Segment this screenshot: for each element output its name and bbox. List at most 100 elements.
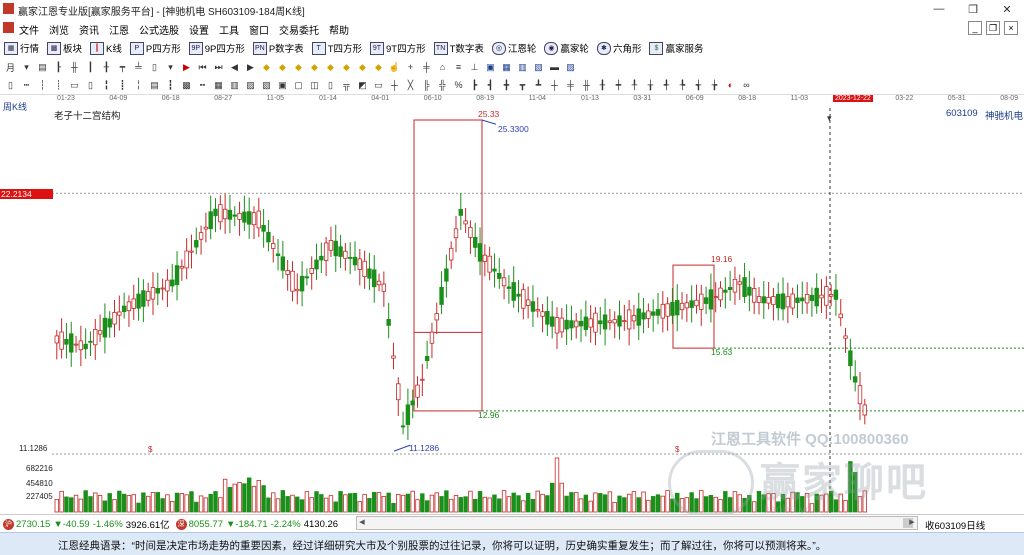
toolbar-t-table[interactable]: TN T数字表 (433, 41, 484, 55)
last-icon[interactable]: ⏭ (212, 61, 225, 74)
menu-gann[interactable]: 江恩 (109, 22, 129, 37)
ind-27-icon[interactable]: ╠ (420, 79, 433, 92)
menu-info[interactable]: 资讯 (79, 22, 99, 37)
diamond-icon-8[interactable]: ◆ (372, 61, 385, 74)
restore-button[interactable]: ❐ (956, 0, 990, 18)
toolbar-sectors[interactable]: ▩ 板块 (47, 41, 82, 55)
left-icon[interactable]: ◀ (228, 61, 241, 74)
ind-43-icon[interactable]: ╄ (676, 79, 689, 92)
bar-icon[interactable]: ╫ (68, 61, 81, 74)
hand-icon[interactable]: ☝ (388, 61, 401, 74)
ind-40-icon[interactable]: ╀ (628, 79, 641, 92)
right-icon[interactable]: ▶ (244, 61, 257, 74)
dropdown-icon[interactable]: ▾ (164, 61, 177, 74)
color-icon[interactable]: ◐ (724, 79, 737, 92)
menu-formula[interactable]: 公式选股 (139, 22, 179, 37)
child-close-button[interactable]: × (1004, 21, 1018, 35)
minimize-button[interactable]: — (922, 0, 956, 18)
ind-32-icon[interactable]: ╋ (500, 79, 513, 92)
toolbar-t-square[interactable]: T T四方形 (311, 41, 362, 55)
menu-browse[interactable]: 浏览 (49, 22, 69, 37)
ind-11-icon[interactable]: ┇ (164, 79, 177, 92)
ind-45-icon[interactable]: ╆ (708, 79, 721, 92)
ind-22-icon[interactable]: ╦ (340, 79, 353, 92)
tag-icon[interactable]: ⌂ (436, 61, 449, 74)
crosshair-icon[interactable]: + (404, 61, 417, 74)
diamond-icon-7[interactable]: ◆ (356, 61, 369, 74)
ind-38-icon[interactable]: ╂ (596, 79, 609, 92)
ind-14-icon[interactable]: ▦ (212, 79, 225, 92)
diamond-icon-2[interactable]: ◆ (276, 61, 289, 74)
ind-37-icon[interactable]: ╫ (580, 79, 593, 92)
ind-17-icon[interactable]: ▧ (260, 79, 273, 92)
toolbar-hexagon[interactable]: ✱ 六角形 (596, 41, 641, 55)
ind-28-icon[interactable]: ╬ (436, 79, 449, 92)
link-icon[interactable]: ∞ (740, 79, 753, 92)
ind-33-icon[interactable]: ┳ (516, 79, 529, 92)
ind-13-icon[interactable]: ╍ (196, 79, 209, 92)
ind-26-icon[interactable]: ╳ (404, 79, 417, 92)
ind-4-icon[interactable]: ┊ (52, 79, 65, 92)
ind-6-icon[interactable]: ▯ (84, 79, 97, 92)
diamond-icon-1[interactable]: ◆ (260, 61, 273, 74)
first-icon[interactable]: ⏮ (196, 61, 209, 74)
ind-30-icon[interactable]: ┣ (468, 79, 481, 92)
ind-16-icon[interactable]: ▨ (244, 79, 257, 92)
ind-25-icon[interactable]: ┼ (388, 79, 401, 92)
ind-3-icon[interactable]: ┆ (36, 79, 49, 92)
split-icon[interactable]: ╪ (420, 61, 433, 74)
ind-9-icon[interactable]: ╎ (132, 79, 145, 92)
ind-23-icon[interactable]: ◩ (356, 79, 369, 92)
template-icon[interactable]: ▤ (36, 61, 49, 74)
ind-19-icon[interactable]: ▢ (292, 79, 305, 92)
grid-small-icon[interactable]: ▨ (564, 61, 577, 74)
close-button[interactable]: ✕ (990, 0, 1024, 18)
layout-icon[interactable]: ▥ (516, 61, 529, 74)
percent-icon[interactable]: % (452, 79, 465, 92)
toolbar-gann-wheel[interactable]: ◎ 江恩轮 (491, 41, 536, 55)
ind-2-icon[interactable]: ┅ (20, 79, 33, 92)
toolbar-service[interactable]: $ 赢家服务 (649, 41, 703, 55)
ind-31-icon[interactable]: ┫ (484, 79, 497, 92)
ind-21-icon[interactable]: ▯ (324, 79, 337, 92)
car-icon[interactable]: ▬ (548, 61, 561, 74)
ind-44-icon[interactable]: ╅ (692, 79, 705, 92)
menu-file[interactable]: 文件 (19, 22, 39, 37)
step-icon[interactable]: ⊥ (468, 61, 481, 74)
chevron-down-icon[interactable]: ▾ (20, 61, 33, 74)
toolbar-winner-wheel[interactable]: ◉ 赢家轮 (544, 41, 589, 55)
ind-35-icon[interactable]: ┼ (548, 79, 561, 92)
toolbar-p-square[interactable]: P P四方形 (129, 41, 181, 55)
scroll-right-icon[interactable]: ▶ (907, 517, 917, 529)
scroll-left-icon[interactable]: ◀ (357, 517, 367, 529)
dot-icon[interactable]: ▯ (148, 61, 161, 74)
diamond-icon-4[interactable]: ◆ (308, 61, 321, 74)
toolbar-9t-square[interactable]: 9T 9T四方形 (370, 41, 426, 55)
ind-10-icon[interactable]: ▤ (148, 79, 161, 92)
menu-settings[interactable]: 设置 (189, 22, 209, 37)
diamond-icon-6[interactable]: ◆ (340, 61, 353, 74)
tower-icon[interactable]: ┯ (116, 61, 129, 74)
ind-36-icon[interactable]: ╪ (564, 79, 577, 92)
child-minimize-button[interactable]: _ (968, 21, 982, 35)
window-icon[interactable]: ▧ (532, 61, 545, 74)
line-icon[interactable]: ╧ (132, 61, 145, 74)
diamond-icon-5[interactable]: ◆ (324, 61, 337, 74)
period-select[interactable]: 月 (4, 61, 17, 74)
ohlc-icon[interactable]: ╂ (100, 61, 113, 74)
ind-8-icon[interactable]: ┋ (116, 79, 129, 92)
child-restore-button[interactable]: ❐ (986, 21, 1000, 35)
ind-41-icon[interactable]: ╁ (644, 79, 657, 92)
ind-15-icon[interactable]: ▥ (228, 79, 241, 92)
ind-42-icon[interactable]: ╃ (660, 79, 673, 92)
toolbar-quotes[interactable]: ▦ 行情 (4, 41, 39, 55)
ind-5-icon[interactable]: ▭ (68, 79, 81, 92)
menu-trade[interactable]: 交易委托 (279, 22, 319, 37)
ind-24-icon[interactable]: ▭ (372, 79, 385, 92)
diamond-icon-3[interactable]: ◆ (292, 61, 305, 74)
toolbar-9p-square[interactable]: 9P 9P四方形 (188, 41, 245, 55)
horizontal-scrollbar[interactable]: ◀ ▶ (356, 516, 918, 530)
save-icon[interactable]: ▣ (484, 61, 497, 74)
candle-icon[interactable]: ┃ (84, 61, 97, 74)
ind-1-icon[interactable]: ▯ (4, 79, 17, 92)
